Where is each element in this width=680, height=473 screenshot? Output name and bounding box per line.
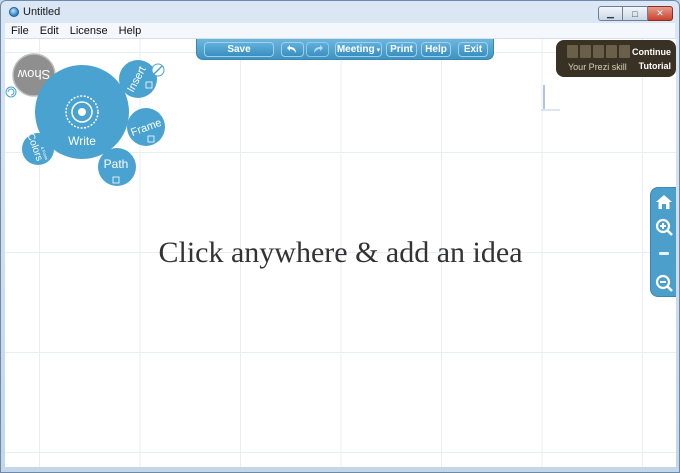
app-icon: [9, 7, 19, 17]
menu-edit[interactable]: Edit: [34, 25, 64, 37]
zoom-in-icon[interactable]: [655, 218, 673, 236]
menu-file[interactable]: File: [5, 25, 34, 37]
print-label: Print: [390, 44, 413, 55]
menu-license[interactable]: License: [64, 25, 113, 37]
minimize-button[interactable]: ▁: [598, 6, 623, 21]
skill-bar: [619, 45, 630, 58]
menu-help[interactable]: Help: [113, 25, 147, 37]
zoom-out-icon[interactable]: [655, 274, 673, 292]
canvas-hint: Click anywhere & add an idea: [158, 236, 523, 269]
prezi-canvas[interactable]: Click anywhere & add an idea Save Meetin…: [5, 39, 676, 467]
save-label: Save: [227, 44, 251, 55]
menu-bar: File Edit License Help: [5, 23, 675, 39]
continue-label: Continue: [632, 47, 671, 57]
maximize-button[interactable]: □: [623, 6, 648, 21]
exit-label: Exit: [463, 44, 483, 55]
text-cursor: [541, 85, 560, 111]
path-label: Path: [104, 157, 129, 171]
home-icon[interactable]: [655, 193, 673, 211]
top-toolbar: Save Meeting ▾ Print Help Exit: [196, 39, 494, 60]
chevron-down-icon: ▾: [376, 46, 381, 54]
meeting-button[interactable]: Meeting ▾: [335, 42, 382, 57]
continue-tutorial-link[interactable]: Continue Tutorial: [632, 45, 671, 73]
redo-icon: [314, 45, 323, 53]
title-bar: Untitled ▁ □ ✕: [1, 1, 679, 23]
skill-bar: [606, 45, 617, 58]
close-button[interactable]: ✕: [648, 6, 673, 21]
bubble-menu: Show Write Insert Frame Path Colors & Fo…: [5, 53, 165, 186]
zoom-panel: [650, 187, 676, 297]
skill-meter[interactable]: Your Prezi skill Continue Tutorial: [556, 40, 676, 77]
skill-level-bars: [567, 45, 630, 58]
app-window: Untitled ▁ □ ✕ File Edit License Help Cl…: [0, 0, 680, 473]
undo-button[interactable]: [281, 42, 304, 57]
redo-button[interactable]: [306, 42, 329, 57]
exit-button[interactable]: Exit: [458, 42, 488, 57]
skill-bar: [593, 45, 604, 58]
window-title: Untitled: [23, 6, 61, 18]
show-label: Show: [17, 67, 50, 82]
tutorial-label: Tutorial: [638, 61, 671, 71]
skill-bar: [567, 45, 578, 58]
undo-icon: [287, 45, 296, 53]
help-button[interactable]: Help: [421, 42, 451, 57]
skill-bar: [580, 45, 591, 58]
skill-label: Your Prezi skill: [568, 62, 627, 72]
meeting-label: Meeting: [336, 44, 375, 55]
zoom-slider-handle[interactable]: [659, 252, 669, 255]
help-label: Help: [425, 44, 447, 55]
window-controls: ▁ □ ✕: [598, 6, 673, 21]
save-button[interactable]: Save: [204, 42, 274, 57]
pin-icon[interactable]: [151, 63, 165, 77]
print-button[interactable]: Print: [386, 42, 417, 57]
write-label: Write: [68, 134, 96, 148]
